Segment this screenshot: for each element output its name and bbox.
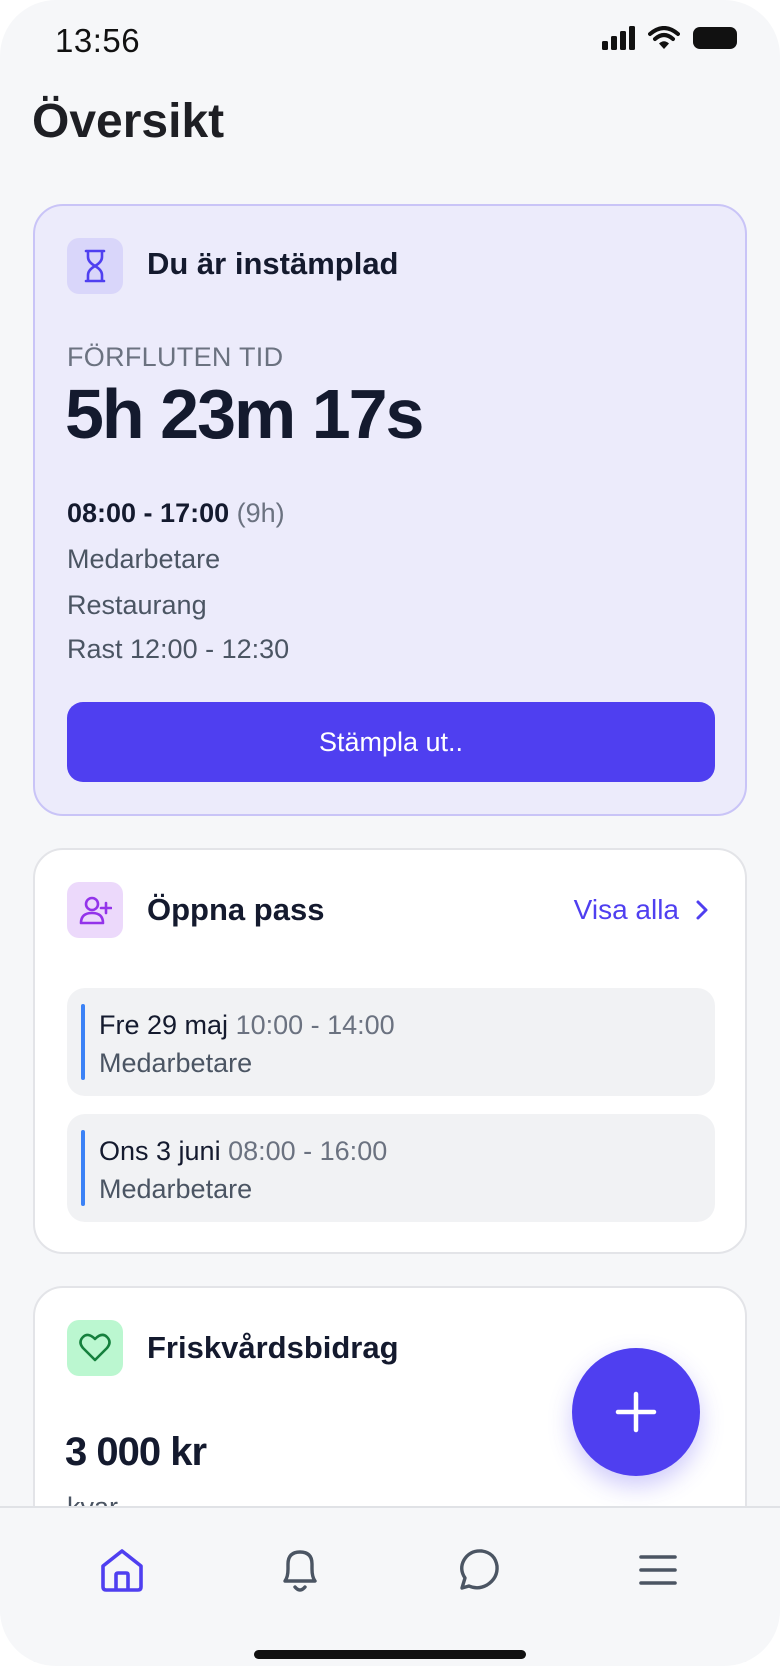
bell-icon (283, 1550, 317, 1592)
shift-duration: (9h) (236, 498, 285, 528)
open-shift-item[interactable]: Ons 3 juni 08:00 - 16:00 Medarbetare (67, 1114, 715, 1222)
shift-time-range: 08:00 - 17:00 (67, 498, 230, 528)
menu-icon (639, 1555, 677, 1585)
clock-card-title: Du är instämplad (147, 246, 399, 281)
view-all-label: Visa alla (573, 894, 679, 925)
battery-icon (693, 27, 737, 49)
shift-item-date-time: Ons 3 juni 08:00 - 16:00 (99, 1136, 387, 1167)
shift-item-date: Fre 29 maj (99, 1010, 229, 1040)
shift-department: Restaurang (67, 590, 207, 620)
shift-marker (81, 1004, 85, 1080)
plus-icon (615, 1391, 657, 1433)
view-all-link[interactable]: Visa alla (574, 894, 709, 926)
clock-status-card: Du är instämplad FÖRFLUTEN TID 5h 23m 17… (33, 204, 747, 816)
shift-item-time: 10:00 - 14:00 (235, 1010, 395, 1040)
wellness-amount: 3 000 kr (65, 1430, 207, 1474)
page-title: Översikt (32, 95, 225, 148)
shift-role: Medarbetare (67, 544, 221, 574)
chevron-right-icon (696, 900, 708, 920)
tab-notifications[interactable] (268, 1538, 332, 1602)
home-icon (101, 1549, 143, 1592)
heart-icon (67, 1320, 123, 1376)
shift-item-date-time: Fre 29 maj 10:00 - 14:00 (99, 1010, 395, 1041)
elapsed-time-value: 5h 23m 17s (65, 375, 424, 453)
home-indicator (254, 1650, 526, 1659)
user-plus-icon (67, 882, 123, 938)
bottom-tab-bar (0, 1506, 780, 1666)
status-icons (602, 26, 738, 50)
chat-icon (460, 1549, 499, 1590)
open-shifts-card: Öppna pass Visa alla Fre 29 maj 10:00 - … (33, 848, 747, 1254)
hourglass-icon (67, 238, 123, 294)
status-time: 13:56 (55, 22, 141, 59)
status-bar: 13:56 (0, 0, 780, 82)
tab-home[interactable] (90, 1538, 154, 1602)
open-shifts-title: Öppna pass (147, 892, 325, 927)
shift-item-date: Ons 3 juni (99, 1136, 221, 1166)
add-button[interactable] (572, 1348, 700, 1476)
wellness-title: Friskvårdsbidrag (147, 1330, 399, 1365)
clock-out-button[interactable]: Stämpla ut.. (67, 702, 715, 782)
shift-break: Rast 12:00 - 12:30 (67, 634, 290, 664)
phone-screen: 13:56 Översikt Du är instämplad FÖRFLUTE… (0, 0, 780, 1666)
open-shift-item[interactable]: Fre 29 maj 10:00 - 14:00 Medarbetare (67, 988, 715, 1096)
shift-time: 08:00 - 17:00 (9h) (67, 498, 285, 529)
elapsed-time-label: FÖRFLUTEN TID (67, 342, 284, 372)
wifi-icon (648, 26, 680, 49)
tab-messages[interactable] (446, 1538, 510, 1602)
shift-item-role: Medarbetare (99, 1174, 253, 1204)
signal-icon (602, 26, 635, 50)
tab-menu[interactable] (626, 1538, 690, 1602)
shift-item-time: 08:00 - 16:00 (228, 1136, 388, 1166)
shift-marker (81, 1130, 85, 1206)
shift-item-role: Medarbetare (99, 1048, 253, 1078)
